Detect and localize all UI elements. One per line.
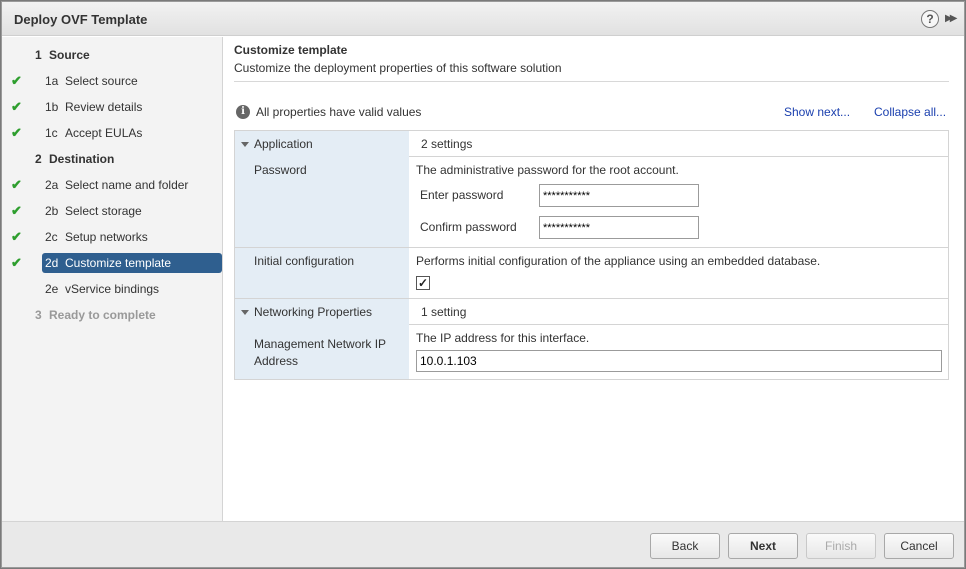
row-divider bbox=[235, 247, 948, 248]
step-label: Destination bbox=[49, 152, 115, 166]
wizard-steps-sidebar: 1 Source ✔ 1a Select source ✔ 1b Review … bbox=[2, 37, 223, 521]
page-title: Customize template bbox=[234, 43, 348, 57]
collapse-all-link[interactable]: Collapse all... bbox=[874, 105, 946, 119]
step-number: 2a bbox=[45, 178, 59, 192]
step-label: Review details bbox=[65, 100, 143, 114]
step-number: 2b bbox=[45, 204, 59, 218]
step-label: Select name and folder bbox=[65, 178, 189, 192]
cancel-button[interactable]: Cancel bbox=[884, 533, 954, 559]
completed-check-icon: ✔ bbox=[11, 255, 22, 270]
step-number: 1a bbox=[45, 74, 59, 88]
properties-grid: Application 2 settings Password The admi… bbox=[234, 130, 949, 380]
step-2b-select-storage[interactable]: ✔ 2b Select storage bbox=[2, 201, 223, 221]
step-1a-select-source[interactable]: ✔ 1a Select source bbox=[2, 71, 223, 91]
step-number: 1c bbox=[45, 126, 58, 140]
step-1b-review-details[interactable]: ✔ 1b Review details bbox=[2, 97, 223, 117]
step-number: 1 bbox=[35, 48, 42, 62]
group-networking-name: Networking Properties bbox=[254, 305, 373, 319]
dialog-title: Deploy OVF Template bbox=[14, 12, 148, 27]
confirm-password-input[interactable] bbox=[539, 216, 699, 239]
row-divider bbox=[235, 298, 948, 299]
step-2c-setup-networks[interactable]: ✔ 2c Setup networks bbox=[2, 227, 223, 247]
step-2d-customize-template[interactable]: ✔ 2d Customize template bbox=[2, 253, 223, 273]
step-1c-accept-eulas[interactable]: ✔ 1c Accept EULAs bbox=[2, 123, 223, 143]
step-number: 1b bbox=[45, 100, 59, 114]
row-divider bbox=[409, 324, 948, 325]
password-label: Password bbox=[254, 163, 307, 177]
show-next-link[interactable]: Show next... bbox=[784, 105, 850, 119]
completed-check-icon: ✔ bbox=[11, 99, 22, 114]
enter-password-label: Enter password bbox=[420, 188, 504, 202]
wizard-footer: Back Next Finish Cancel bbox=[2, 521, 964, 567]
initial-configuration-description: Performs initial configuration of the ap… bbox=[416, 254, 821, 268]
collapse-triangle-icon[interactable] bbox=[241, 142, 249, 147]
step-2a-select-name-folder[interactable]: ✔ 2a Select name and folder bbox=[2, 175, 223, 195]
page-subtitle: Customize the deployment properties of t… bbox=[234, 61, 562, 75]
validation-status: All properties have valid values bbox=[256, 105, 422, 119]
mgmt-ip-description: The IP address for this interface. bbox=[416, 331, 590, 345]
step-label: Source bbox=[49, 48, 90, 62]
step-number: 2d bbox=[45, 256, 59, 270]
step-number: 3 bbox=[35, 308, 42, 322]
back-button[interactable]: Back bbox=[650, 533, 720, 559]
completed-check-icon: ✔ bbox=[11, 73, 22, 88]
mgmt-ip-input[interactable] bbox=[416, 350, 942, 372]
initial-configuration-label: Initial configuration bbox=[254, 254, 355, 268]
step-label: Customize template bbox=[65, 256, 172, 270]
step-label: Setup networks bbox=[65, 230, 148, 244]
step-number: 2 bbox=[35, 152, 42, 166]
row-divider bbox=[409, 156, 948, 157]
completed-check-icon: ✔ bbox=[11, 125, 22, 140]
next-button[interactable]: Next bbox=[728, 533, 798, 559]
initial-configuration-checkbox[interactable]: ✓ bbox=[416, 276, 430, 290]
step-3-ready-to-complete: 3 Ready to complete bbox=[2, 305, 223, 325]
group-networking-count: 1 setting bbox=[421, 305, 467, 319]
help-icon[interactable]: ? bbox=[921, 10, 939, 28]
completed-check-icon: ✔ bbox=[11, 177, 22, 192]
info-icon: i bbox=[236, 105, 250, 119]
step-label: Select source bbox=[65, 74, 138, 88]
step-2e-vservice-bindings[interactable]: 2e vService bindings bbox=[2, 279, 223, 299]
step-label: Select storage bbox=[65, 204, 142, 218]
password-description: The administrative password for the root… bbox=[416, 163, 679, 177]
enter-password-input[interactable] bbox=[539, 184, 699, 207]
completed-check-icon: ✔ bbox=[11, 229, 22, 244]
collapse-triangle-icon[interactable] bbox=[241, 310, 249, 315]
mgmt-ip-label-line1: Management Network IP bbox=[254, 337, 387, 351]
step-label: vService bindings bbox=[65, 282, 160, 296]
step-label: Accept EULAs bbox=[65, 126, 143, 140]
completed-check-icon: ✔ bbox=[11, 203, 22, 218]
confirm-password-label: Confirm password bbox=[420, 220, 517, 234]
header-divider bbox=[234, 81, 949, 82]
step-number: 2e bbox=[45, 282, 59, 296]
step-number: 2c bbox=[45, 230, 58, 244]
deploy-ovf-dialog: Deploy OVF Template ? ▶▶ 1 Source ✔ 1a S… bbox=[1, 1, 965, 568]
dialog-titlebar: Deploy OVF Template ? ▶▶ bbox=[2, 2, 964, 36]
finish-button[interactable]: Finish bbox=[806, 533, 876, 559]
mgmt-ip-label-line2: Address bbox=[254, 354, 299, 368]
customize-template-panel: Customize template Customize the deploym… bbox=[224, 37, 964, 521]
group-application-count: 2 settings bbox=[421, 137, 473, 151]
group-application-name: Application bbox=[254, 137, 313, 151]
expand-icon[interactable]: ▶▶ bbox=[945, 10, 961, 28]
step-1-source: 1 Source bbox=[2, 45, 223, 65]
step-2-destination: 2 Destination bbox=[2, 149, 223, 169]
step-label: Ready to complete bbox=[49, 308, 156, 322]
